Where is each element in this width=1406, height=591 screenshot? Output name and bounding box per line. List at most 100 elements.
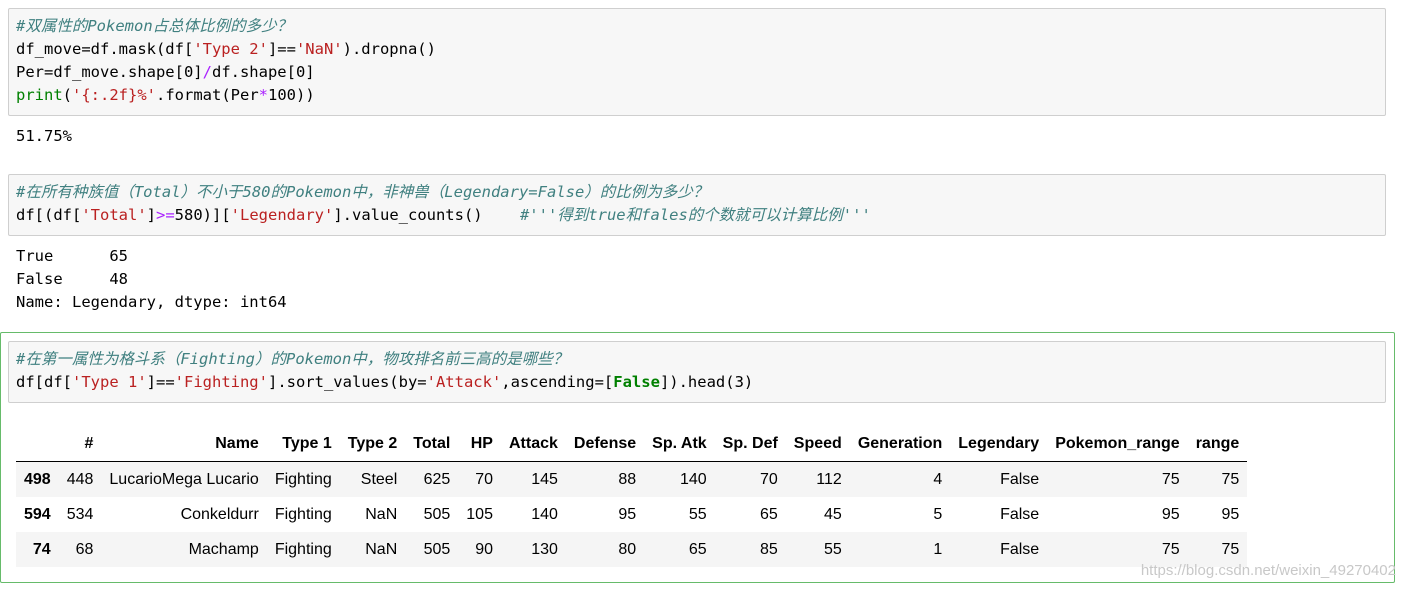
code-line: df[df['Type 1']=='Fighting'].sort_values… (16, 371, 1385, 394)
column-header: Sp. Atk (644, 427, 715, 462)
table-cell: 505 (423, 505, 451, 523)
table-cell: 65 (688, 540, 707, 558)
column-header: Defense (565, 427, 645, 462)
column-header: # (58, 427, 102, 462)
code-token: 'Type 1' (72, 373, 147, 391)
code-token: #双属性的Pokemon占总体比例的多少？ (16, 17, 293, 35)
column-header: Total (405, 427, 459, 462)
code-token: ] (146, 206, 156, 224)
cell-2-output: True 65 False 48 Name: Legendary, dtype: i… (16, 245, 287, 314)
code-token: df[(df[ (16, 206, 82, 224)
code-token: #在第一属性为格斗系（Fighting）的Pokemon中，物攻排名前三高的是哪… (16, 350, 569, 368)
table-cell: 95 (618, 505, 637, 523)
code-token: ]== (146, 373, 175, 391)
cell-1-output: 51.75% (16, 125, 72, 148)
column-header: Attack (500, 427, 566, 462)
table-cell: 140 (679, 470, 707, 488)
code-token: ].value_counts() (333, 206, 520, 224)
table-cell: False (1000, 470, 1040, 488)
row-index: 74 (32, 540, 51, 558)
code-token: print (16, 86, 63, 104)
code-token: >= (156, 206, 175, 224)
code-token: / (202, 63, 212, 81)
table-cell: False (1000, 540, 1040, 558)
code-token: ( (62, 86, 73, 104)
table-cell: 1 (933, 540, 943, 558)
table-cell: Steel (360, 470, 398, 488)
code-token: ,ascending=[ (501, 373, 614, 391)
code-line: print('{:.2f}%'.format(Per*100)) (16, 84, 1385, 107)
code-token: 'Legendary' (230, 206, 334, 224)
code-token: df.shape[0] (211, 63, 315, 81)
table-cell: 145 (531, 470, 558, 488)
code-cell-3[interactable]: #在第一属性为格斗系（Fighting）的Pokemon中，物攻排名前三高的是哪… (8, 341, 1386, 403)
table-cell: 5 (933, 505, 943, 523)
table-cell: Conkeldurr (180, 505, 259, 523)
code-token: 'Total' (81, 206, 147, 224)
table-row: 74 68 Machamp Fighting NaN 505 90 130 80 65 85 55 1 F… (16, 532, 1248, 567)
code-token: df_move=df.mask(df[ (16, 40, 194, 58)
table-cell: Fighting (274, 540, 332, 558)
code-token: ].sort_values(by= (267, 373, 427, 391)
code-cell-1[interactable]: #双属性的Pokemon占总体比例的多少？ df_move=df.mask(df[… (8, 8, 1386, 116)
table-cell: 68 (75, 540, 94, 558)
code-line: #在第一属性为格斗系（Fighting）的Pokemon中，物攻排名前三高的是哪… (16, 348, 1385, 371)
output-line: False 48 (16, 270, 128, 288)
column-header: HP (458, 427, 501, 462)
column-header: Generation (849, 427, 951, 462)
table-cell: LucarioMega Lucario (109, 470, 259, 488)
column-header: range (1187, 427, 1248, 462)
dataframe-output-table: # Name Type 1 Type 2 Total HP Attack Defense Sp.… (16, 427, 1248, 567)
table-cell: 95 (1161, 505, 1180, 523)
output-line: True 65 (16, 247, 128, 265)
table-cell: 80 (618, 540, 637, 558)
table-header-row: # Name Type 1 Type 2 Total HP Attack Defense Sp.… (16, 427, 1248, 462)
table-cell: Fighting (274, 505, 332, 523)
column-header: Pokemon_range (1047, 427, 1188, 462)
table-cell: 75 (1161, 470, 1180, 488)
column-header: Name (101, 427, 267, 462)
table-cell: 45 (824, 505, 842, 523)
code-token: #'''得到true和fales的个数就可以计算比例''' (519, 206, 871, 224)
code-line: Per=df_move.shape[0]/df.shape[0] (16, 61, 1385, 84)
code-token: 'Fighting' (174, 373, 268, 391)
table-cell: 4 (933, 470, 943, 488)
table-cell: 625 (423, 470, 451, 488)
output-line: Name: Legendary, dtype: int64 (16, 293, 287, 311)
watermark: https://blog.csdn.net/weixin_49270402 (1140, 562, 1396, 579)
table-cell: 95 (1221, 505, 1240, 523)
column-header: Sp. Def (714, 427, 786, 462)
code-token: .format(Per (156, 86, 259, 104)
table-cell: 55 (824, 540, 842, 558)
table-cell: 85 (760, 540, 778, 558)
table-cell: 130 (531, 540, 558, 558)
row-index: 594 (24, 505, 51, 523)
table-row: 594 534 Conkeldurr Fighting NaN 505 105 140 95 55… (16, 497, 1247, 532)
table-cell: 65 (760, 505, 778, 523)
table-cell: 90 (475, 540, 493, 558)
table-cell: 140 (531, 505, 558, 523)
table-cell: 88 (618, 470, 637, 488)
code-token: 'Type 2' (193, 40, 268, 58)
table-cell: 70 (760, 470, 778, 488)
table-cell: NaN (365, 540, 398, 558)
table-cell: 55 (688, 505, 707, 523)
table-cell: 105 (466, 505, 493, 523)
column-header: Speed (785, 427, 850, 462)
code-line: df_move=df.mask(df['Type 2']=='NaN').dro… (16, 38, 1385, 61)
table-cell: NaN (365, 505, 398, 523)
table-cell: Machamp (188, 540, 259, 558)
code-cell-2[interactable]: #在所有种族值（Total）不小于580的Pokemon中，非神兽（Legend… (8, 174, 1386, 236)
code-token: ).dropna() (342, 40, 436, 58)
table-cell: 75 (1221, 470, 1240, 488)
code-token: #在所有种族值（Total）不小于580的Pokemon中，非神兽（Legend… (16, 183, 709, 201)
table-cell: False (1000, 505, 1040, 523)
code-token: '{:.2f}%' (72, 86, 157, 104)
code-token: ]).head(3) (659, 373, 754, 391)
table-cell: 448 (66, 470, 94, 488)
table-cell: 112 (816, 470, 842, 488)
code-token: 100)) (268, 86, 315, 104)
table-cell: 505 (423, 540, 451, 558)
column-header: Legendary (950, 427, 1048, 462)
code-token: Per=df_move.shape[0] (16, 63, 203, 81)
